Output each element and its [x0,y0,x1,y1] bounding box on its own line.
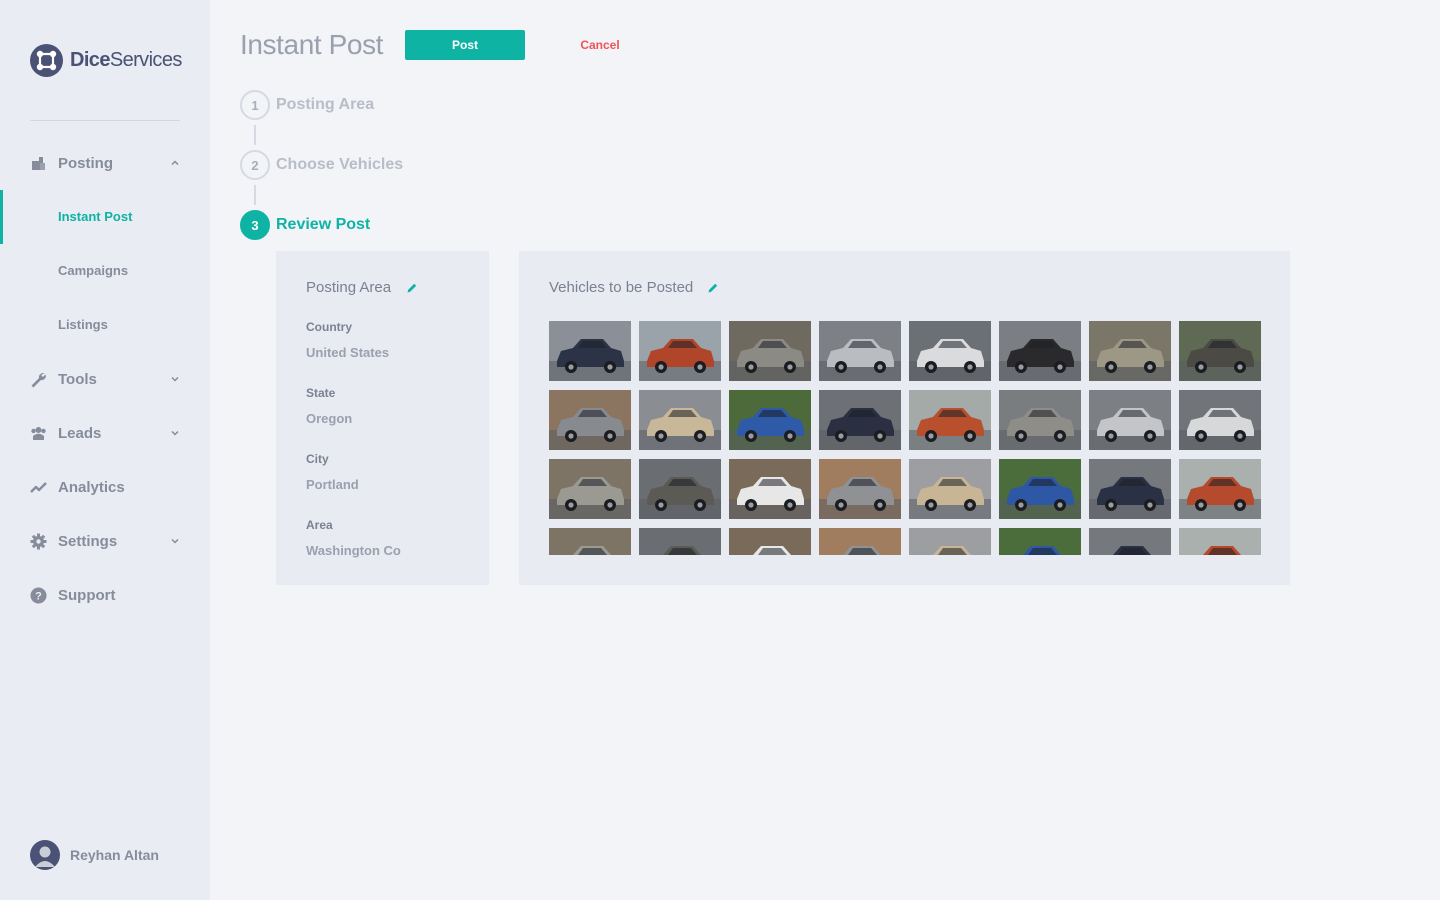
field-value-country: United States [306,345,390,360]
step-connector [254,125,256,145]
chevron-down-icon[interactable] [170,536,180,546]
vehicle-thumbnail[interactable] [729,390,811,450]
vehicles-title: Vehicles to be Posted [549,279,694,296]
brand-divider [30,120,180,121]
vehicle-thumbnail[interactable] [1179,321,1261,381]
chevron-up-icon[interactable] [170,158,180,168]
sidebar-subitem-instant-post[interactable]: Instant Post [0,190,210,244]
gear-icon [30,533,47,550]
vehicle-thumbnail[interactable] [909,528,991,555]
user-name: Reyhan Altan [70,847,159,863]
active-indicator [0,190,3,244]
field-label-city: City [306,452,329,466]
step-label: Review Post [276,216,371,233]
edit-pencil-icon[interactable] [406,282,418,294]
sidebar-item-tools[interactable]: Tools [0,352,210,406]
vehicle-thumbnail[interactable] [1179,390,1261,450]
sidebar-subitem-label: Instant Post [58,209,133,224]
vehicle-thumbnail[interactable] [639,390,721,450]
vehicle-thumbnail[interactable] [819,390,901,450]
sidebar-item-support[interactable]: ? Support [0,568,210,622]
vehicle-thumbnail[interactable] [1089,321,1171,381]
vehicle-thumbnail[interactable] [549,390,631,450]
step-posting-area[interactable]: 1 Posting Area [240,90,374,120]
sidebar-item-leads[interactable]: Leads [0,406,210,460]
chevron-down-icon[interactable] [170,428,180,438]
vehicle-thumbnail[interactable] [999,321,1081,381]
help-icon: ? [30,587,47,604]
vehicles-card: Vehicles to be Posted [519,251,1290,585]
sidebar-item-label: Analytics [58,478,125,496]
dice-logo-icon [30,43,63,77]
vehicle-thumbnail[interactable] [819,459,901,519]
vehicle-thumbnail[interactable] [639,528,721,555]
avatar [30,840,60,870]
step-label: Posting Area [276,96,375,113]
sidebar-item-settings[interactable]: Settings [0,514,210,568]
brand[interactable]: DiceServices [30,43,182,77]
leads-icon [31,427,46,440]
sidebar-subitem-listings[interactable]: Listings [0,298,210,352]
step-review-post[interactable]: 3 Review Post [240,210,370,240]
vehicle-thumbnail[interactable] [1179,528,1261,555]
post-button[interactable]: Post [405,30,525,60]
field-label-country: Country [306,320,352,334]
step-number: 2 [240,150,270,180]
vehicle-thumbnail[interactable] [1089,459,1171,519]
vehicle-thumbnail[interactable] [729,528,811,555]
posting-icon [32,157,45,170]
sidebar-item-analytics[interactable]: Analytics [0,460,210,514]
vehicle-thumbnail[interactable] [549,459,631,519]
vehicle-thumbnail[interactable] [1089,528,1171,555]
sidebar-item-label: Posting [58,154,113,172]
edit-pencil-icon[interactable] [707,282,719,294]
field-label-area: Area [306,518,333,532]
vehicle-thumbnail[interactable] [1089,390,1171,450]
vehicle-thumbnail[interactable] [819,528,901,555]
sidebar-item-label: Leads [58,424,102,442]
sidebar-subitem-label: Listings [58,317,108,332]
vehicle-thumbnail[interactable] [999,528,1081,555]
sidebar-item-label: Support [58,586,116,604]
vehicle-thumbnail[interactable] [999,390,1081,450]
vehicle-thumbnail-grid[interactable] [549,321,1261,555]
user-profile[interactable]: Reyhan Altan [30,840,159,870]
page-title: Instant Post [240,29,384,60]
vehicle-thumbnail[interactable] [729,321,811,381]
vehicle-thumbnail[interactable] [999,459,1081,519]
vehicle-thumbnail[interactable] [639,321,721,381]
vehicle-thumbnail[interactable] [639,459,721,519]
wrench-icon [31,373,46,388]
vehicle-thumbnail[interactable] [909,321,991,381]
posting-area-title: Posting Area [306,279,392,296]
field-value-area: Washington Co [306,543,401,558]
step-connector [254,185,256,205]
sidebar-item-posting[interactable]: Posting [0,136,210,190]
sidebar-item-label: Settings [58,532,118,550]
cancel-button[interactable]: Cancel [570,30,630,60]
vehicle-thumbnail[interactable] [1179,459,1261,519]
vehicle-thumbnail[interactable] [729,459,811,519]
step-number: 1 [240,90,270,120]
vehicle-thumbnail[interactable] [909,459,991,519]
step-choose-vehicles[interactable]: 2 Choose Vehicles [240,150,403,180]
field-value-city: Portland [306,477,359,492]
field-label-state: State [306,386,336,400]
vehicle-thumbnail[interactable] [549,321,631,381]
vehicle-thumbnail[interactable] [909,390,991,450]
svg-text:?: ? [35,591,42,603]
posting-area-card: Posting Area Country United States State… [276,251,489,585]
vehicle-thumbnail[interactable] [549,528,631,555]
field-value-state: Oregon [306,411,353,426]
brand-name: DiceServices [70,48,182,71]
sidebar-item-label: Tools [58,370,97,388]
sidebar-subitem-label: Campaigns [58,263,129,278]
chevron-down-icon[interactable] [170,374,180,384]
sidebar-subitem-campaigns[interactable]: Campaigns [0,244,210,298]
sidebar: DiceServices Posting Instant Post Campai… [0,0,210,900]
chart-line-icon [30,482,47,493]
step-number: 3 [240,210,270,240]
vehicle-thumbnail[interactable] [819,321,901,381]
step-label: Choose Vehicles [276,156,404,173]
